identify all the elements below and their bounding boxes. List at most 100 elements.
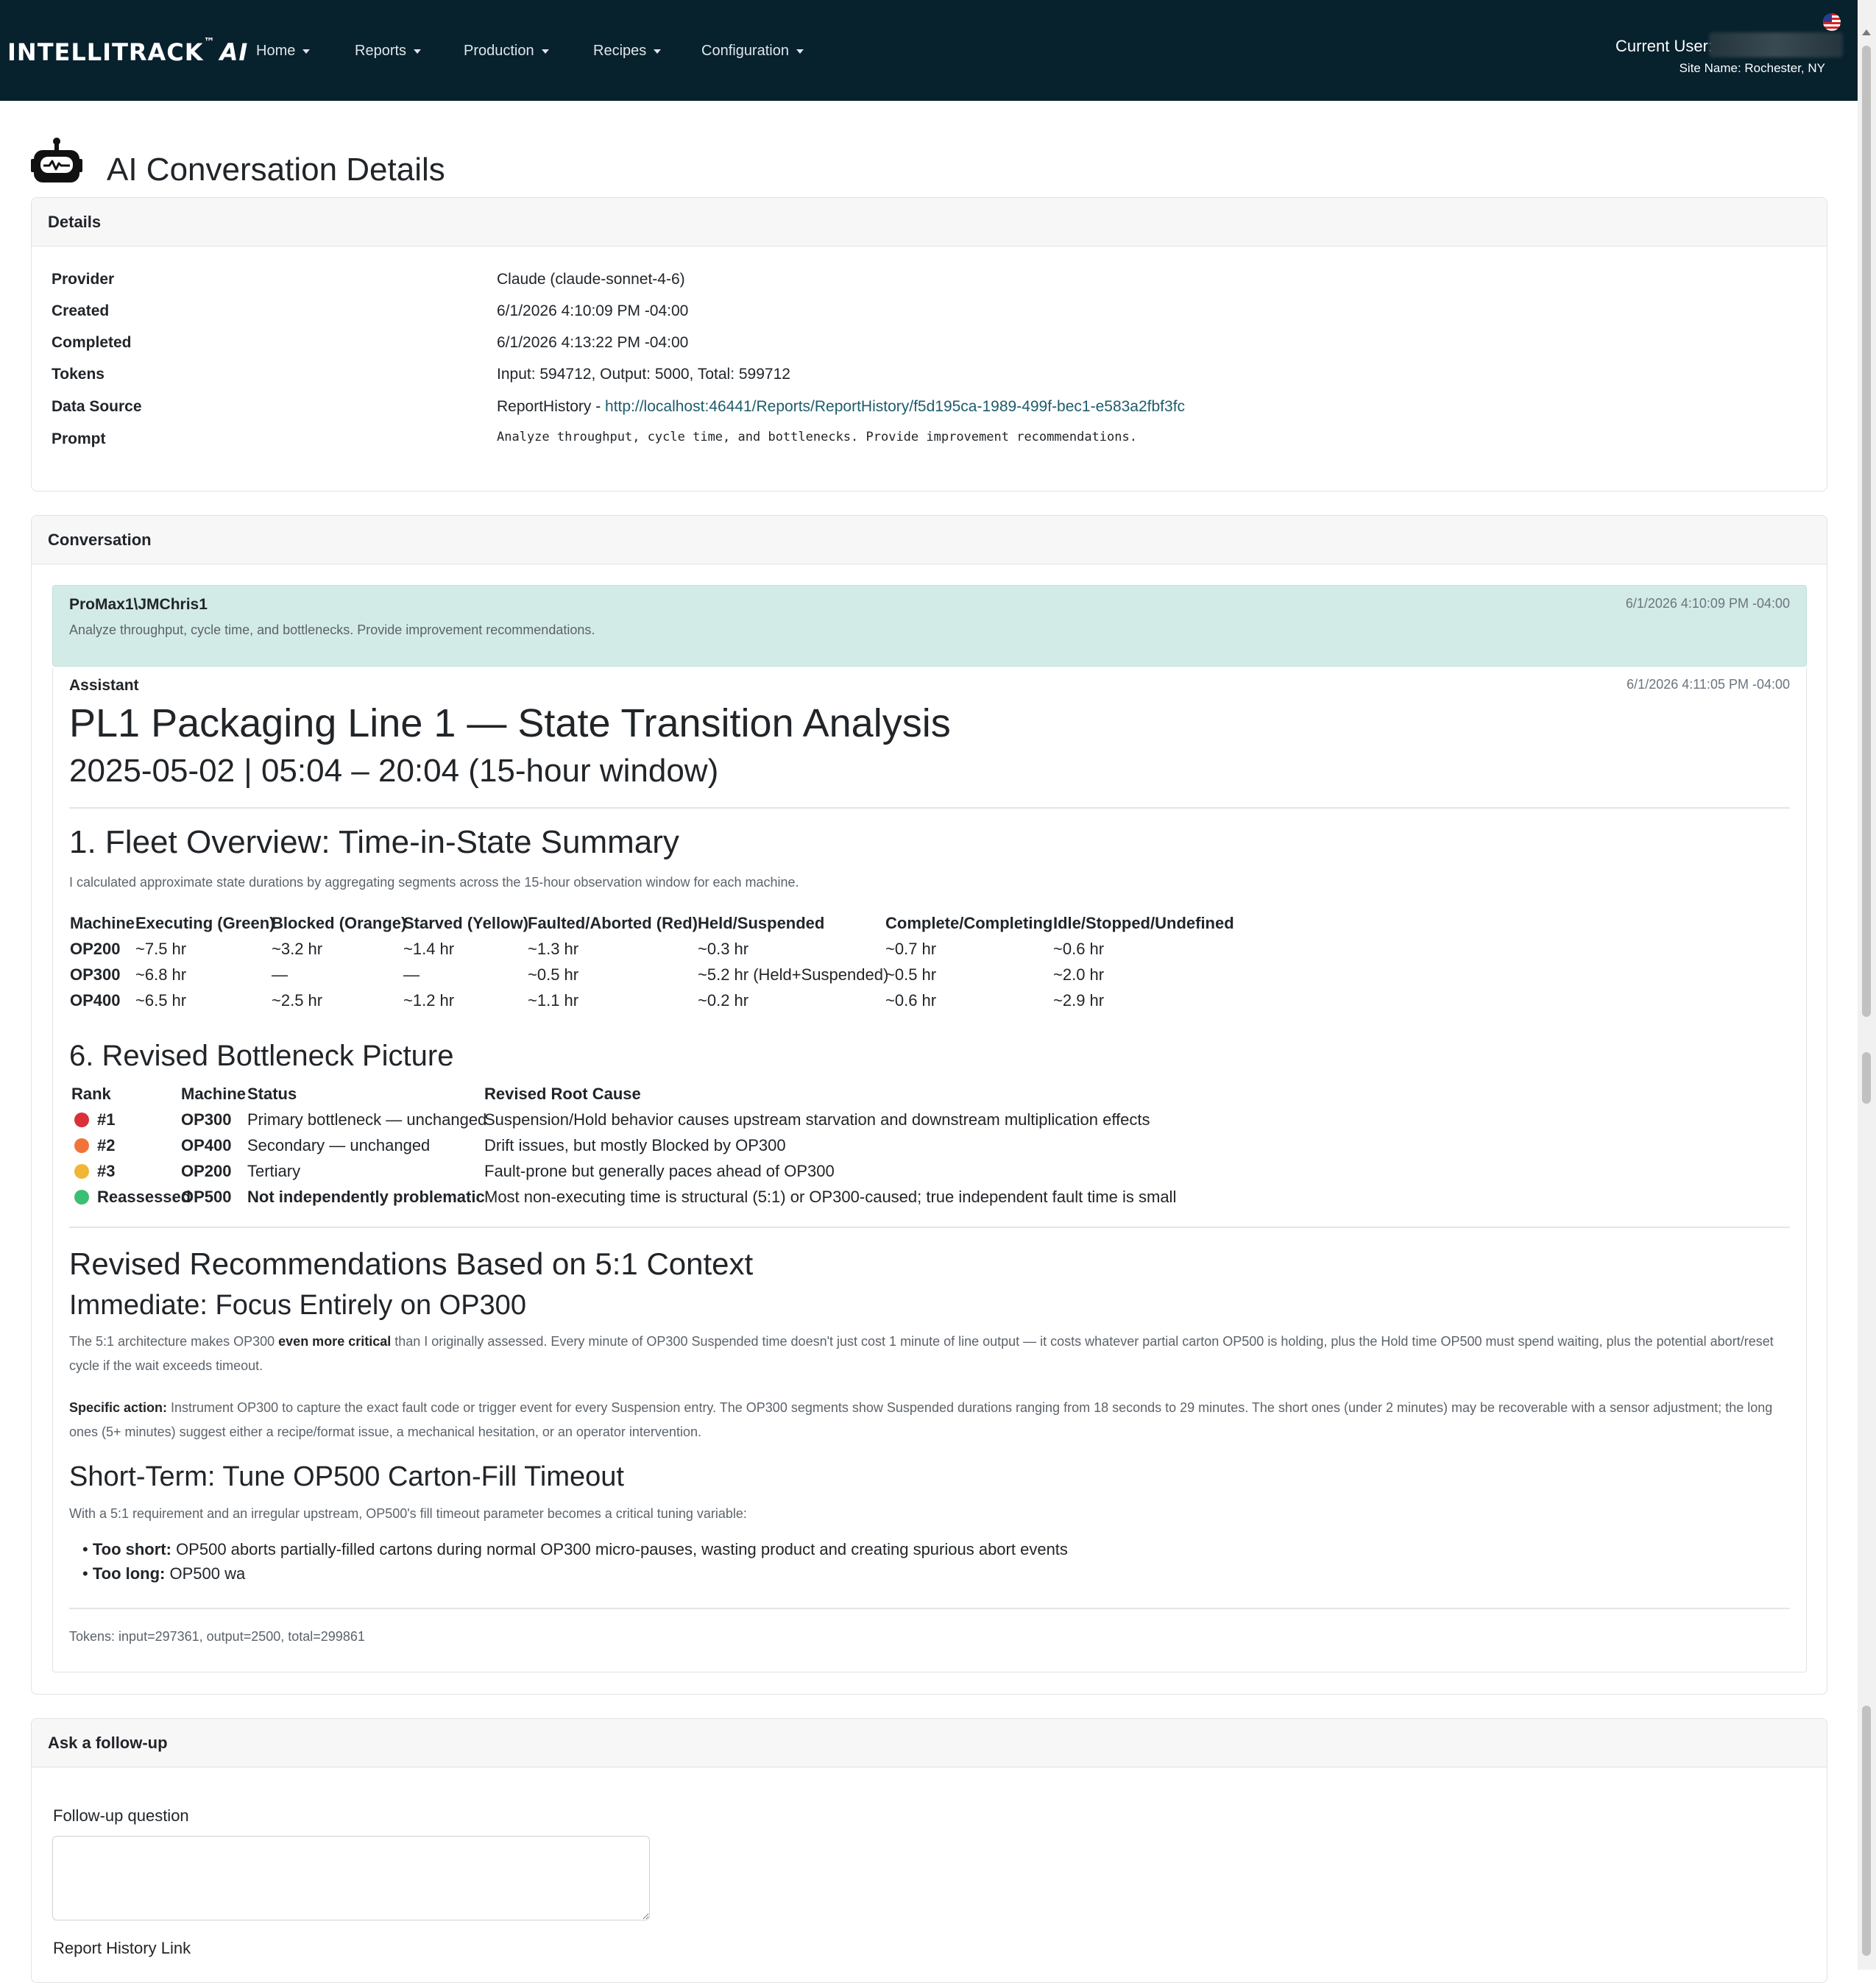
- divider: [69, 1608, 1790, 1609]
- tokens-value: Input: 594712, Output: 5000, Total: 5997…: [497, 366, 790, 383]
- table-cell: OP200: [70, 940, 121, 958]
- tokens-footer: Tokens: input=297361, output=2500, total…: [69, 1629, 365, 1644]
- divider: [69, 1227, 1790, 1228]
- table-cell: Secondary — unchanged: [247, 1136, 431, 1154]
- report-history-link[interactable]: http://localhost:46441/Reports/ReportHis…: [605, 398, 1185, 415]
- created-value: 6/1/2026 4:10:09 PM -04:00: [497, 302, 689, 319]
- bottleneck-header: Status: [247, 1085, 297, 1103]
- section1-intro: I calculated approximate state durations…: [69, 875, 799, 890]
- yellow-circle-icon: [74, 1164, 89, 1179]
- robot-icon: [31, 138, 82, 182]
- table-cell: ~0.7 hr: [885, 940, 937, 958]
- details-header: Details: [32, 198, 1827, 246]
- completed-label: Completed: [52, 334, 132, 351]
- analysis-title: PL1 Packaging Line 1 — State Transition …: [69, 701, 951, 745]
- scroll-up-arrow[interactable]: [1862, 29, 1871, 35]
- scrollbar-thumb[interactable]: [1862, 46, 1871, 1017]
- state-table-header: Idle/Stopped/Undefined: [1053, 914, 1234, 932]
- nav-production[interactable]: Production: [464, 43, 549, 60]
- table-cell: Most non-executing time is structural (5…: [484, 1188, 1177, 1206]
- assistant-message: Assistant 6/1/2026 4:11:05 PM -04:00 PL1…: [52, 668, 1807, 1672]
- table-cell: ~7.5 hr: [135, 940, 187, 958]
- table-cell: ~2.9 hr: [1053, 991, 1105, 1010]
- followup-question-input[interactable]: [52, 1836, 650, 1920]
- table-cell: ~0.6 hr: [885, 991, 937, 1010]
- table-cell: ~0.2 hr: [698, 991, 749, 1010]
- table-cell: ~2.5 hr: [272, 991, 323, 1010]
- state-table-header: Faulted/Aborted (Red): [528, 914, 698, 932]
- table-cell: OP300: [70, 965, 121, 984]
- section6-title: 6. Revised Bottleneck Picture: [69, 1040, 454, 1072]
- table-cell: #1: [97, 1110, 116, 1129]
- caret-down-icon: [654, 49, 662, 54]
- table-cell: Suspension/Hold behavior causes upstream…: [484, 1110, 1150, 1129]
- table-cell: Reassessed: [97, 1188, 191, 1206]
- recommendations-title: Revised Recommendations Based on 5:1 Con…: [69, 1246, 754, 1281]
- report-history-link-label: Report History Link: [53, 1939, 191, 1957]
- provider-value: Claude (claude-sonnet-4-6): [497, 271, 685, 288]
- assistant-time: 6/1/2026 4:11:05 PM -04:00: [1627, 677, 1790, 692]
- table-cell: —: [403, 965, 420, 984]
- table-cell: Not independently problematic: [247, 1188, 485, 1206]
- top-navbar: INTELLITRACK™ AI Home Reports Production …: [0, 0, 1858, 101]
- bottleneck-header: Machine: [181, 1085, 247, 1103]
- immediate-title: Immediate: Focus Entirely on OP300: [69, 1290, 526, 1321]
- nav-configuration[interactable]: Configuration: [701, 43, 804, 60]
- orange-circle-icon: [74, 1138, 89, 1153]
- caret-down-icon: [414, 49, 422, 54]
- table-cell: OP300: [181, 1110, 232, 1129]
- followup-header: Ask a follow-up: [32, 1719, 1827, 1767]
- nav-reports[interactable]: Reports: [355, 43, 422, 60]
- table-cell: Primary bottleneck — unchanged: [247, 1110, 487, 1129]
- short-term-intro: With a 5:1 requirement and an irregular …: [69, 1506, 747, 1521]
- bottleneck-header: Revised Root Cause: [484, 1085, 641, 1103]
- state-table-header: Machine: [70, 914, 135, 932]
- followup-question-label: Follow-up question: [53, 1806, 189, 1825]
- caret-down-icon: [796, 49, 804, 54]
- analysis-subtitle: 2025-05-02 | 05:04 – 20:04 (15-hour wind…: [69, 753, 719, 789]
- specific-action-paragraph: Specific action: Instrument OP300 to cap…: [69, 1400, 1773, 1439]
- table-cell: ~1.2 hr: [403, 991, 455, 1010]
- current-user-redacted: [1709, 32, 1843, 57]
- table-cell: OP400: [181, 1136, 232, 1154]
- brand-logo[interactable]: INTELLITRACK™ AI: [7, 35, 248, 66]
- flag-icon[interactable]: [1823, 13, 1841, 31]
- state-table-header: Blocked (Orange): [272, 914, 407, 932]
- table-cell: ~1.4 hr: [403, 940, 455, 958]
- scrollbar-thumb-bottom[interactable]: [1862, 1706, 1871, 1956]
- table-cell: ~1.3 hr: [528, 940, 579, 958]
- created-label: Created: [52, 302, 110, 319]
- prompt-value: Analyze throughput, cycle time, and bott…: [497, 430, 1137, 444]
- list-item: • Too long: OP500 wa: [82, 1564, 246, 1583]
- table-cell: ~0.5 hr: [885, 965, 937, 984]
- table-cell: ~0.5 hr: [528, 965, 579, 984]
- state-table-header: Executing (Green): [135, 914, 275, 932]
- page-title: AI Conversation Details: [107, 152, 445, 188]
- list-item: • Too short: OP500 aborts partially-fill…: [82, 1540, 1068, 1558]
- tokens-label: Tokens: [52, 366, 105, 383]
- table-cell: ~6.8 hr: [135, 965, 187, 984]
- table-cell: ~2.0 hr: [1053, 965, 1105, 984]
- table-cell: OP400: [70, 991, 121, 1010]
- section1-title: 1. Fleet Overview: Time-in-State Summary: [69, 824, 679, 860]
- green-circle-icon: [74, 1190, 89, 1205]
- state-table-header: Starved (Yellow): [403, 914, 528, 932]
- bottleneck-header: Rank: [71, 1085, 111, 1103]
- table-cell: —: [272, 965, 288, 984]
- table-cell: Tertiary: [247, 1162, 301, 1180]
- red-circle-icon: [74, 1113, 89, 1127]
- table-cell: OP200: [181, 1162, 232, 1180]
- nav-recipes[interactable]: Recipes: [593, 43, 662, 60]
- table-cell: #2: [97, 1136, 116, 1154]
- immediate-paragraph: The 5:1 architecture makes OP300 even mo…: [69, 1334, 1774, 1373]
- site-name: Site Name: Rochester, NY: [1679, 61, 1825, 75]
- table-cell: ~3.2 hr: [272, 940, 323, 958]
- data-source-value: ReportHistory - http://localhost:46441/R…: [497, 398, 1186, 415]
- table-cell: Drift issues, but mostly Blocked by OP30…: [484, 1136, 786, 1154]
- table-cell: Fault-prone but generally paces ahead of…: [484, 1162, 835, 1180]
- details-card: Details: [31, 197, 1827, 492]
- scrollbar-thumb-lower[interactable]: [1862, 1052, 1871, 1104]
- completed-value: 6/1/2026 4:13:22 PM -04:00: [497, 334, 689, 351]
- nav-home[interactable]: Home: [256, 43, 311, 60]
- prompt-label: Prompt: [52, 430, 106, 447]
